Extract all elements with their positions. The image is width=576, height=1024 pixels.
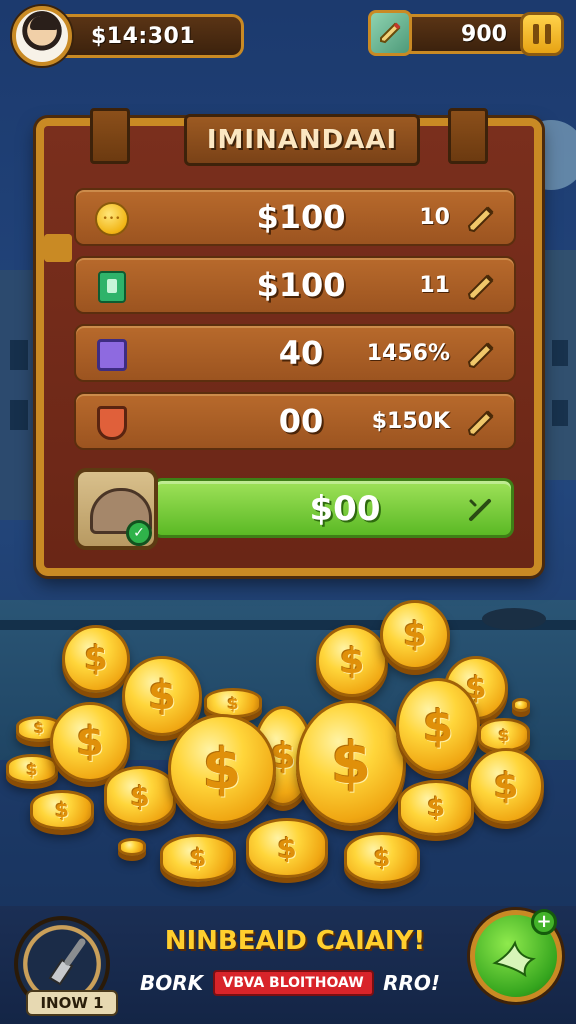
shield-badge-icon xyxy=(94,405,130,441)
row-count: 1456% xyxy=(366,340,450,366)
coin-icon: $ xyxy=(396,678,480,774)
shovel-icon xyxy=(48,938,86,986)
row-count: 10 xyxy=(419,204,450,230)
pencil-icon[interactable] xyxy=(466,204,496,234)
edit-icon[interactable] xyxy=(465,495,495,525)
panel-strap-left xyxy=(90,108,130,164)
green-card-icon xyxy=(94,269,130,305)
promo-left: BORK xyxy=(140,971,204,995)
inventory-row-3[interactable]: 40 1456% xyxy=(74,324,516,382)
pencil-badge-icon[interactable] xyxy=(368,10,412,56)
panel-strap-right xyxy=(448,108,488,164)
row-value: 40 xyxy=(278,334,324,372)
coin-icon: $ xyxy=(478,718,530,752)
tool-count: 1 xyxy=(93,994,104,1012)
row-value: 00 xyxy=(278,402,324,440)
pencil-icon[interactable] xyxy=(466,408,496,438)
row-count: 11 xyxy=(419,272,450,298)
promo-title: NINBEAID CAIAIY! xyxy=(164,926,426,956)
pencil-icon[interactable] xyxy=(466,340,496,370)
player-cash-hud[interactable]: $14:301 xyxy=(12,6,244,66)
featured-item-row[interactable]: $00 ✓ xyxy=(74,468,516,550)
coin-icon xyxy=(512,698,530,712)
tool-label: INOW 1 xyxy=(26,990,118,1016)
gems-value: 900 xyxy=(461,21,507,47)
background-table xyxy=(482,608,546,630)
inventory-row-1[interactable]: $100 10 xyxy=(74,188,516,246)
coin-icon: $ xyxy=(160,834,236,882)
featured-value-bar[interactable]: $00 xyxy=(152,478,514,538)
background-building-right xyxy=(536,250,576,480)
coin-icon: $ xyxy=(468,748,544,824)
coin-icon: $ xyxy=(104,766,176,826)
coin-icon: $ xyxy=(168,714,276,824)
tool-button[interactable]: INOW 1 xyxy=(14,916,118,1016)
checkmark-icon: ✓ xyxy=(126,520,152,546)
gems-hud: 900 xyxy=(368,10,564,58)
pause-bar-icon xyxy=(545,24,551,44)
pause-button[interactable] xyxy=(520,12,564,56)
panel-title-text: IMINANDAAI xyxy=(206,125,398,155)
action-button[interactable]: + xyxy=(470,909,562,1002)
row-value: $100 xyxy=(256,198,346,236)
coin-icon: $ xyxy=(204,688,262,718)
pencil-icon[interactable] xyxy=(466,272,496,302)
promo-badge[interactable]: VBVA BLOITHOAW xyxy=(212,970,374,996)
coin-icon: $ xyxy=(344,832,420,884)
purple-card-icon xyxy=(94,337,130,373)
inventory-row-4[interactable]: 00 $150K xyxy=(74,392,516,450)
player-avatar[interactable] xyxy=(12,6,72,66)
coin-icon: $ xyxy=(30,790,94,830)
coin-icon: $ xyxy=(398,780,474,836)
row-count: $150K xyxy=(371,408,450,434)
panel-title: IMINANDAAI xyxy=(184,114,420,166)
coin-icon: $ xyxy=(246,818,328,878)
featured-value: $00 xyxy=(309,489,381,529)
coin-icon: $ xyxy=(6,754,58,784)
promo-right: RRO! xyxy=(383,971,440,995)
plus-icon[interactable]: + xyxy=(531,909,557,935)
bottom-bar: INOW 1 NINBEAID CAIAIY! BORK VBVA BLOITH… xyxy=(0,906,576,1024)
inventory-panel: IMINANDAAI $100 10 $100 11 40 1456% 00 $… xyxy=(36,108,542,576)
coin-icon: $ xyxy=(62,625,130,693)
coin-icon xyxy=(94,201,130,237)
pause-bar-icon xyxy=(533,24,539,44)
cash-value: $14:301 xyxy=(91,23,196,49)
row-value: $100 xyxy=(256,266,346,304)
coin-icon: $ xyxy=(316,625,388,697)
coin-icon xyxy=(118,838,146,856)
inventory-row-2[interactable]: $100 11 xyxy=(74,256,516,314)
tool-label-text: INOW xyxy=(40,994,88,1012)
promo-line: BORK VBVA BLOITHOAW RRO! xyxy=(140,970,440,996)
coin-icon: $ xyxy=(296,700,406,826)
cash-display: $14:301 xyxy=(52,14,244,58)
coin-icon: $ xyxy=(380,600,450,670)
